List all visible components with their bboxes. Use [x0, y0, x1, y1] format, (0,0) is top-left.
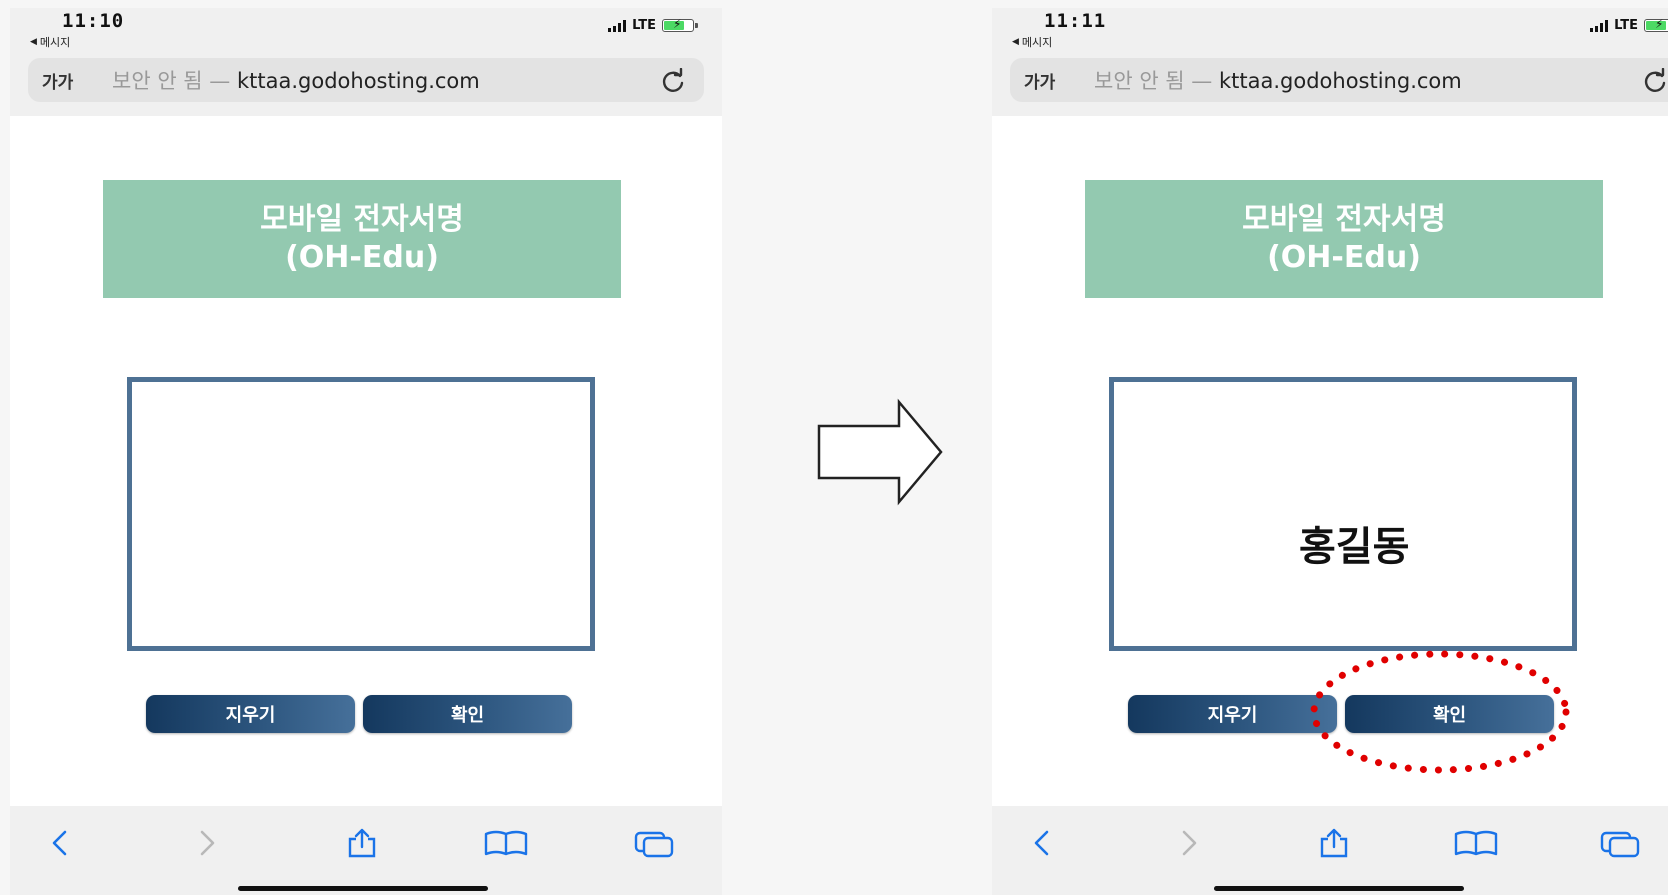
back-to-app-link[interactable]: ◀ 메시지 — [1012, 34, 1052, 50]
back-app-label: 메시지 — [1021, 36, 1053, 49]
back-app-label: 메시지 — [39, 36, 71, 49]
page-banner: 모바일 전자서명 (OH-Edu) — [1085, 180, 1603, 298]
url-host: kttaa.godohosting.com — [236, 69, 480, 93]
back-icon[interactable] — [48, 828, 72, 858]
signal-icon — [1590, 19, 1609, 32]
banner-title: 모바일 전자서명 — [1242, 202, 1446, 237]
forward-icon[interactable] — [195, 828, 219, 858]
back-triangle-icon: ◀ — [1012, 37, 1019, 47]
page-banner: 모바일 전자서명 (OH-Edu) — [103, 180, 621, 298]
share-icon[interactable] — [342, 828, 382, 858]
url-host: kttaa.godohosting.com — [1218, 69, 1462, 93]
security-warning: 보안 안 됨 — — [1094, 69, 1219, 93]
address-bar[interactable]: 가가 보안 안 됨 — kttaa.godohosting.com — [28, 58, 704, 102]
browser-toolbar — [992, 806, 1668, 895]
bookmarks-icon[interactable] — [482, 828, 530, 858]
tabs-icon[interactable] — [632, 828, 676, 858]
home-indicator — [238, 886, 488, 891]
address-bar[interactable]: 가가 보안 안 됨 — kttaa.godohosting.com — [1010, 58, 1668, 102]
right-arrow-icon — [817, 398, 943, 506]
browser-header: 11:10 ◀ 메시지 LTE ⚡ 가가 보안 안 됨 — kttaa.godo… — [10, 8, 722, 116]
banner-subtitle: (OH-Edu) — [1267, 240, 1421, 275]
phone-screen-before: 11:10 ◀ 메시지 LTE ⚡ 가가 보안 안 됨 — kttaa.godo… — [10, 8, 722, 895]
text-size-button[interactable]: 가가 — [42, 68, 73, 93]
signature-pad[interactable] — [127, 377, 595, 651]
url-text: 보안 안 됨 — kttaa.godohosting.com — [1094, 65, 1462, 95]
back-triangle-icon: ◀ — [30, 37, 37, 47]
banner-subtitle: (OH-Edu) — [285, 240, 439, 275]
share-icon[interactable] — [1314, 828, 1354, 858]
reload-icon[interactable] — [1642, 68, 1668, 94]
bookmarks-icon[interactable] — [1452, 828, 1500, 858]
network-type: LTE — [632, 18, 656, 33]
clear-button[interactable]: 지우기 — [146, 695, 355, 733]
reload-icon[interactable] — [660, 68, 686, 94]
status-time: 11:11 — [1044, 10, 1107, 32]
signal-icon — [608, 19, 627, 32]
network-type: LTE — [1614, 18, 1638, 33]
status-indicators: LTE ⚡ — [1590, 17, 1668, 33]
security-warning: 보안 안 됨 — — [112, 69, 237, 93]
back-to-app-link[interactable]: ◀ 메시지 — [30, 34, 70, 50]
tabs-icon[interactable] — [1598, 828, 1642, 858]
signature-pad[interactable]: 홍길동 — [1109, 377, 1577, 651]
confirm-highlight-circle — [1310, 650, 1570, 774]
banner-title: 모바일 전자서명 — [260, 202, 464, 237]
battery-icon: ⚡ — [662, 17, 698, 32]
url-text: 보안 안 됨 — kttaa.godohosting.com — [112, 65, 480, 95]
battery-icon: ⚡ — [1644, 17, 1668, 32]
status-time: 11:10 — [62, 10, 125, 32]
forward-icon[interactable] — [1177, 828, 1201, 858]
back-icon[interactable] — [1030, 828, 1054, 858]
browser-toolbar — [10, 806, 722, 895]
confirm-button[interactable]: 확인 — [363, 695, 572, 733]
browser-header: 11:11 ◀ 메시지 LTE ⚡ 가가 보안 안 됨 — kttaa.godo… — [992, 8, 1668, 116]
status-indicators: LTE ⚡ — [608, 17, 698, 33]
home-indicator — [1214, 886, 1464, 891]
signature-text: 홍길동 — [1299, 524, 1410, 570]
text-size-button[interactable]: 가가 — [1024, 68, 1055, 93]
